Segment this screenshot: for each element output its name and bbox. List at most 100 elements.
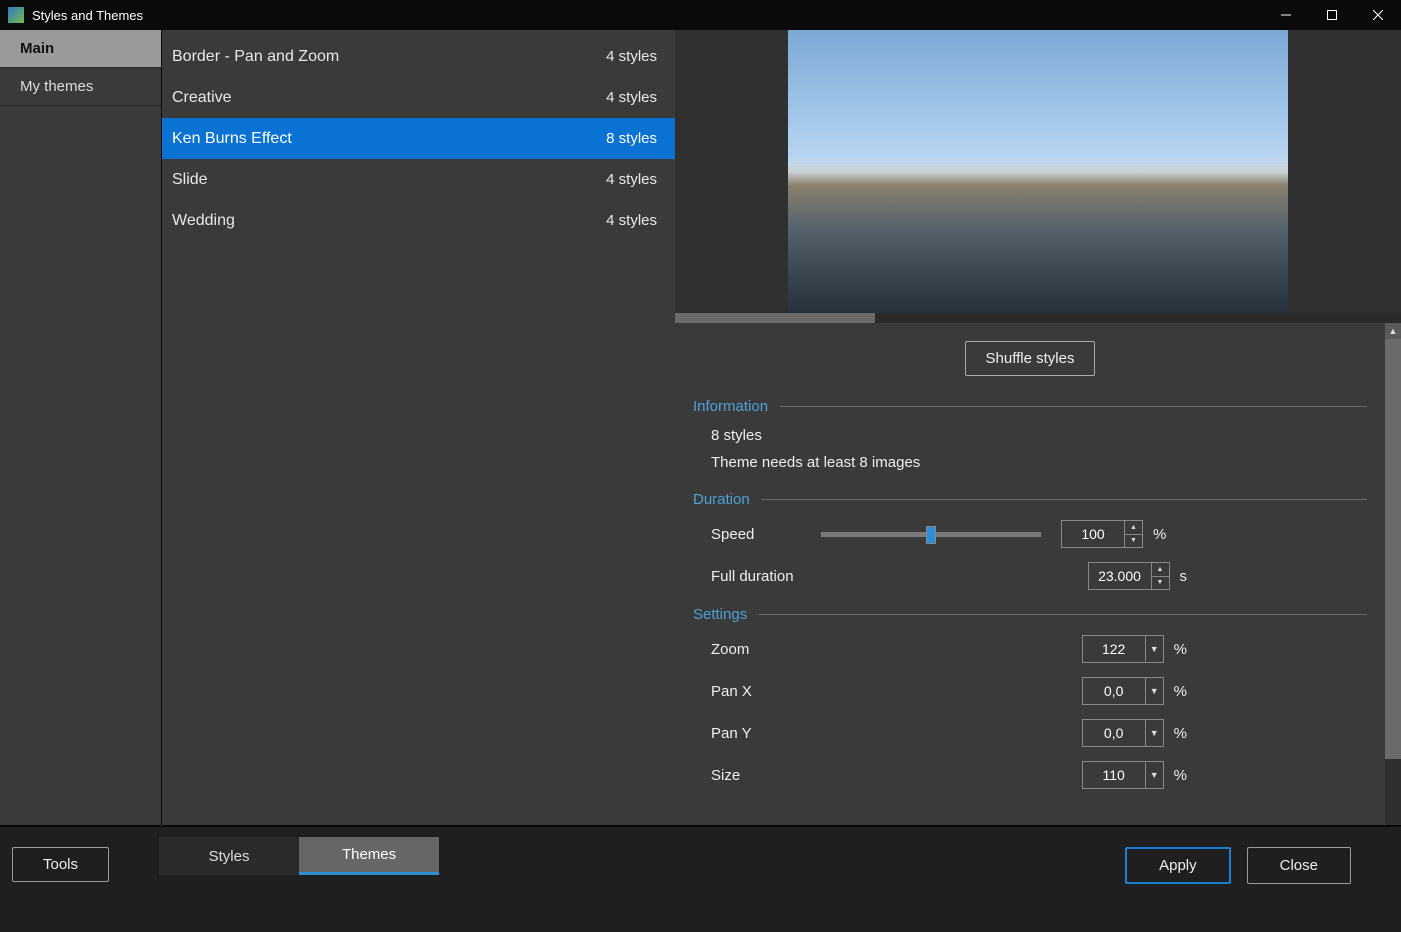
speed-label: Speed (711, 526, 821, 543)
pany-dropdown[interactable]: ▼ (1145, 720, 1163, 746)
sidebar-item-main[interactable]: Main (0, 30, 161, 68)
info-styles-count: 8 styles (693, 427, 1367, 444)
theme-row[interactable]: Wedding 4 styles (162, 200, 675, 241)
section-settings: Settings (693, 606, 1367, 623)
speed-unit: % (1153, 526, 1166, 543)
full-duration-input[interactable] (1089, 563, 1151, 589)
spin-down-icon[interactable]: ▼ (1152, 577, 1169, 590)
speed-slider[interactable] (821, 532, 1041, 537)
preview-image (788, 30, 1288, 313)
theme-count: 4 styles (606, 171, 657, 188)
speed-spinner[interactable]: ▲▼ (1124, 521, 1142, 547)
tab-styles[interactable]: Styles (159, 837, 299, 875)
footer-tabs: Styles Themes (159, 837, 439, 875)
sidebar: Main My themes (0, 30, 162, 825)
zoom-input[interactable] (1083, 636, 1145, 662)
window-title: Styles and Themes (32, 8, 1263, 23)
scroll-up-icon[interactable]: ▲ (1385, 323, 1401, 339)
size-input[interactable] (1083, 762, 1145, 788)
theme-row[interactable]: Creative 4 styles (162, 77, 675, 118)
panx-dropdown[interactable]: ▼ (1145, 678, 1163, 704)
theme-count: 4 styles (606, 48, 657, 65)
theme-count: 4 styles (606, 89, 657, 106)
full-duration-unit: s (1180, 568, 1188, 585)
shuffle-button[interactable]: Shuffle styles (965, 341, 1096, 376)
divider (759, 614, 1367, 615)
theme-name: Creative (172, 89, 606, 107)
titlebar: Styles and Themes (0, 0, 1401, 30)
close-dialog-button[interactable]: Close (1247, 847, 1351, 884)
panx-input-box: ▼ (1082, 677, 1164, 705)
close-button[interactable] (1355, 0, 1401, 30)
field-size: Size ▼ % (693, 761, 1367, 789)
pany-input[interactable] (1083, 720, 1145, 746)
theme-row[interactable]: Border - Pan and Zoom 4 styles (162, 36, 675, 77)
full-duration-input-box: ▲▼ (1088, 562, 1170, 590)
footer-actions: Apply Close (1125, 847, 1351, 884)
main-area: Main My themes Border - Pan and Zoom 4 s… (0, 30, 1401, 825)
pany-label: Pan Y (711, 725, 821, 742)
speed-slider-thumb[interactable] (926, 526, 936, 544)
field-pany: Pan Y ▼ % (693, 719, 1367, 747)
speed-input[interactable] (1062, 521, 1124, 547)
sidebar-item-mythemes[interactable]: My themes (0, 68, 161, 106)
theme-name: Border - Pan and Zoom (172, 48, 606, 66)
speed-input-box: ▲▼ (1061, 520, 1143, 548)
zoom-dropdown[interactable]: ▼ (1145, 636, 1163, 662)
theme-count: 4 styles (606, 212, 657, 229)
theme-name: Wedding (172, 212, 606, 230)
theme-row[interactable]: Ken Burns Effect 8 styles (162, 118, 675, 159)
preview-area (675, 30, 1401, 323)
field-zoom: Zoom ▼ % (693, 635, 1367, 663)
panx-unit: % (1174, 683, 1187, 700)
sidebar-item-label: Main (20, 40, 54, 57)
theme-row[interactable]: Slide 4 styles (162, 159, 675, 200)
theme-list: Border - Pan and Zoom 4 styles Creative … (162, 30, 675, 825)
size-dropdown[interactable]: ▼ (1145, 762, 1163, 788)
spin-up-icon[interactable]: ▲ (1152, 563, 1169, 577)
pany-input-box: ▼ (1082, 719, 1164, 747)
tab-label: Themes (342, 846, 396, 863)
section-title: Settings (693, 606, 747, 623)
sidebar-item-label: My themes (20, 78, 93, 95)
section-duration: Duration (693, 491, 1367, 508)
right-panel: ▲ Shuffle styles Information 8 styles Th… (675, 30, 1401, 825)
field-speed: Speed ▲▼ % (693, 520, 1367, 548)
theme-name: Ken Burns Effect (172, 130, 606, 148)
spin-down-icon[interactable]: ▼ (1125, 535, 1142, 548)
properties-scrollbar[interactable]: ▲ (1385, 323, 1401, 825)
section-information: Information (693, 398, 1367, 415)
divider (762, 499, 1367, 500)
size-unit: % (1174, 767, 1187, 784)
full-duration-spinner[interactable]: ▲▼ (1151, 563, 1169, 589)
tools-button[interactable]: Tools (12, 847, 109, 882)
pany-unit: % (1174, 725, 1187, 742)
panx-label: Pan X (711, 683, 821, 700)
apply-button[interactable]: Apply (1125, 847, 1231, 884)
maximize-button[interactable] (1309, 0, 1355, 30)
zoom-input-box: ▼ (1082, 635, 1164, 663)
properties-panel: ▲ Shuffle styles Information 8 styles Th… (675, 323, 1401, 825)
preview-scrollbar[interactable] (675, 313, 1401, 323)
preview-scroll-thumb[interactable] (675, 313, 875, 323)
spin-up-icon[interactable]: ▲ (1125, 521, 1142, 535)
zoom-label: Zoom (711, 641, 821, 658)
theme-name: Slide (172, 171, 606, 189)
properties-scroll-thumb[interactable] (1385, 339, 1401, 759)
size-input-box: ▼ (1082, 761, 1164, 789)
section-title: Information (693, 398, 768, 415)
size-label: Size (711, 767, 821, 784)
field-panx: Pan X ▼ % (693, 677, 1367, 705)
field-full-duration: Full duration ▲▼ s (693, 562, 1367, 590)
zoom-unit: % (1174, 641, 1187, 658)
tab-themes[interactable]: Themes (299, 837, 439, 875)
panx-input[interactable] (1083, 678, 1145, 704)
minimize-button[interactable] (1263, 0, 1309, 30)
divider (780, 406, 1367, 407)
window-controls (1263, 0, 1401, 30)
section-title: Duration (693, 491, 750, 508)
full-duration-label: Full duration (711, 568, 821, 585)
app-icon (8, 7, 24, 23)
footer: Tools Styles Themes Apply Close (0, 825, 1401, 932)
theme-count: 8 styles (606, 130, 657, 147)
